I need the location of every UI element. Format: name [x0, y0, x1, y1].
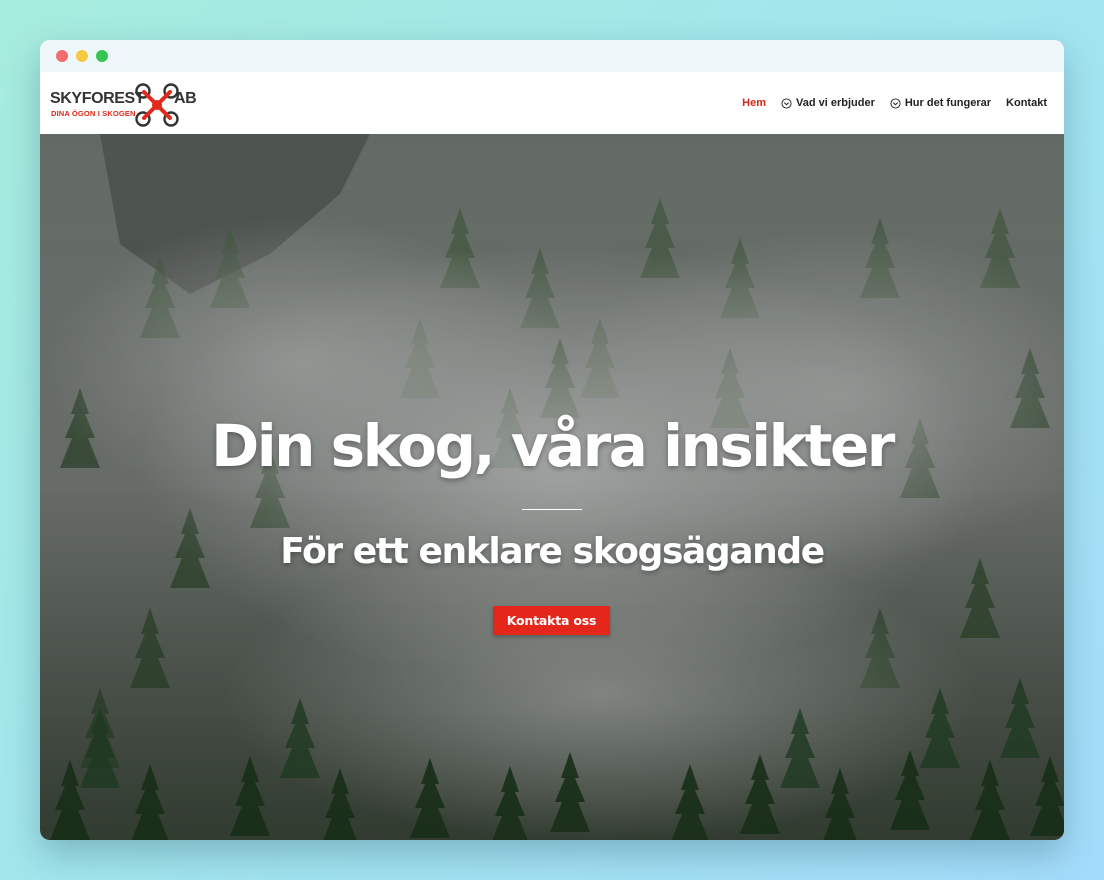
- chevron-down-circle-icon: [781, 97, 792, 109]
- minimize-window-button[interactable]: [76, 50, 88, 62]
- nav-item-hem[interactable]: Hem: [742, 97, 766, 109]
- hero-section: Din skog, våra insikter För ett enklare …: [40, 134, 1064, 840]
- main-nav: Hem Vad vi erbjuder Hur det fungerar Kon…: [742, 97, 1047, 109]
- maximize-window-button[interactable]: [96, 50, 108, 62]
- close-window-button[interactable]: [56, 50, 68, 62]
- contact-us-button[interactable]: Kontakta oss: [493, 606, 610, 635]
- site-header: SKYFOREST AB DINA ÖGON I SKOGEN Hem Vad …: [40, 72, 1064, 134]
- browser-window: SKYFOREST AB DINA ÖGON I SKOGEN Hem Vad …: [40, 40, 1064, 840]
- nav-item-label: Vad vi erbjuder: [795, 97, 875, 109]
- chevron-down-circle-icon: [890, 97, 901, 109]
- hero-title: Din skog, våra insikter: [211, 412, 895, 480]
- nav-item-label: Kontakt: [1006, 97, 1047, 109]
- logo-brand-text: SKYFOREST: [50, 90, 145, 107]
- nav-item-vad-vi-erbjuder[interactable]: Vad vi erbjuder: [781, 97, 875, 109]
- nav-item-label: Hem: [742, 97, 766, 109]
- nav-item-hur-det-fungerar[interactable]: Hur det fungerar: [890, 97, 991, 109]
- hero-divider: [522, 509, 582, 510]
- nav-item-label: Hur det fungerar: [904, 97, 992, 109]
- logo-suffix-text: AB: [174, 90, 197, 107]
- site-logo[interactable]: SKYFOREST AB DINA ÖGON I SKOGEN: [50, 80, 197, 127]
- hero-subtitle: För ett enklare skogsägande: [280, 531, 825, 572]
- logo-tagline: DINA ÖGON I SKOGEN: [51, 109, 136, 118]
- hero-content: Din skog, våra insikter För ett enklare …: [40, 134, 1064, 840]
- nav-item-kontakt[interactable]: Kontakt: [1006, 97, 1047, 109]
- window-titlebar: [40, 40, 1064, 72]
